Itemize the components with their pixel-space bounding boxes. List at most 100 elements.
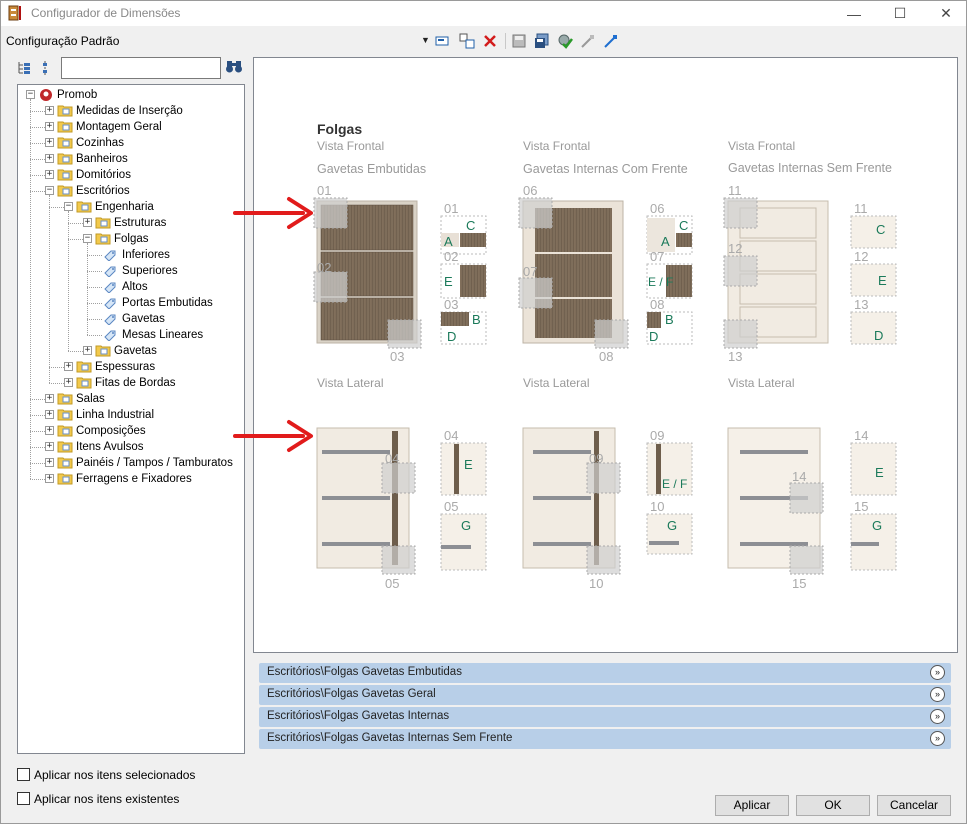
tree-item-domitorios[interactable]: + Domitórios: [18, 167, 244, 183]
tree-item-paineis-tampos-tamburatos[interactable]: + Painéis / Tampos / Tamburatos: [18, 455, 244, 471]
expand-icon[interactable]: +: [64, 362, 73, 371]
expand-chevron-icon[interactable]: »: [930, 687, 945, 702]
accordion-folgas-gavetas-embutidas[interactable]: Escritórios\Folgas Gavetas Embutidas »: [259, 663, 951, 683]
copy-config-icon[interactable]: [458, 32, 476, 50]
save-icon[interactable]: [510, 32, 528, 50]
apply-selected-checkbox[interactable]: [17, 768, 30, 781]
binoculars-search-icon[interactable]: [225, 58, 243, 76]
ok-button[interactable]: OK: [796, 795, 870, 816]
tree-item-fitas-de-bordas[interactable]: + Fitas de Bordas: [18, 375, 244, 391]
tree-item-cozinhas[interactable]: + Cozinhas: [18, 135, 244, 151]
maximize-button[interactable]: ☐: [877, 1, 923, 26]
expand-icon[interactable]: +: [45, 138, 54, 147]
tree-item-escritorios[interactable]: − Escritórios: [18, 183, 244, 199]
minimize-button[interactable]: —: [831, 1, 877, 26]
tree-item-composicoes[interactable]: + Composições: [18, 423, 244, 439]
tree-item-gavetas[interactable]: Gavetas: [18, 311, 244, 327]
expand-icon[interactable]: +: [45, 474, 54, 483]
dimension-letter: C: [679, 218, 688, 233]
chevron-down-icon[interactable]: ▼: [421, 35, 430, 45]
collapse-icon[interactable]: −: [26, 90, 35, 99]
tree-item-inferiores[interactable]: Inferiores: [18, 247, 244, 263]
expand-icon[interactable]: +: [45, 106, 54, 115]
tree-item-label: Estruturas: [114, 217, 167, 229]
tree-item-altos[interactable]: Altos: [18, 279, 244, 295]
expand-icon[interactable]: +: [83, 346, 92, 355]
detail-wood: [441, 312, 469, 326]
tree-item-promob[interactable]: − Promob: [18, 87, 244, 103]
close-button[interactable]: ✕: [923, 1, 967, 26]
view-label: Vista Frontal: [523, 139, 590, 153]
tree-item-label: Cozinhas: [76, 137, 124, 149]
expand-tree-icon[interactable]: [15, 59, 33, 77]
collapse-icon[interactable]: −: [45, 186, 54, 195]
tree-item-mesas-lineares[interactable]: Mesas Lineares: [18, 327, 244, 343]
tree-item-espessuras[interactable]: + Espessuras: [18, 359, 244, 375]
tree-item-banheiros[interactable]: + Banheiros: [18, 151, 244, 167]
tree-item-medidas-de-insercao[interactable]: + Medidas de Inserção: [18, 103, 244, 119]
expand-icon[interactable]: +: [64, 378, 73, 387]
folder-icon: [57, 120, 73, 133]
export-icon[interactable]: [579, 32, 597, 50]
collapse-icon[interactable]: −: [83, 234, 92, 243]
section-internas-sem-frente: Vista Frontal Gavetas Internas Sem Frent…: [723, 139, 897, 364]
validate-icon[interactable]: [556, 32, 574, 50]
number-label: 10: [589, 576, 603, 591]
import-icon[interactable]: [602, 32, 620, 50]
new-config-icon[interactable]: [434, 32, 452, 50]
tree-item-portas-embutidas[interactable]: Portas Embutidas: [18, 295, 244, 311]
folder-icon: [57, 168, 73, 181]
tree-item-estruturas[interactable]: + Estruturas: [18, 215, 244, 231]
tree-item-montagem-geral[interactable]: + Montagem Geral: [18, 119, 244, 135]
setting-tag-icon: [103, 249, 117, 262]
collapse-tree-icon[interactable]: [37, 59, 55, 77]
detail-marker: [586, 462, 621, 494]
accordion-folgas-gavetas-internas[interactable]: Escritórios\Folgas Gavetas Internas »: [259, 707, 951, 727]
cancel-button[interactable]: Cancelar: [877, 795, 951, 816]
search-input[interactable]: [61, 57, 221, 79]
setting-tag-icon: [103, 313, 117, 326]
expand-icon[interactable]: +: [45, 122, 54, 131]
folder-icon: [57, 392, 73, 405]
tree-item-itens-avulsos[interactable]: + Itens Avulsos: [18, 439, 244, 455]
config-toolbar: Configuração Padrão ▼: [1, 29, 966, 53]
expand-chevron-icon[interactable]: »: [930, 665, 945, 680]
tree-item-gavetas[interactable]: + Gavetas: [18, 343, 244, 359]
expand-chevron-icon[interactable]: »: [930, 709, 945, 724]
tree-item-salas[interactable]: + Salas: [18, 391, 244, 407]
collapse-icon[interactable]: −: [64, 202, 73, 211]
expand-icon[interactable]: +: [45, 426, 54, 435]
toolbar-separator: [505, 33, 506, 49]
expand-icon[interactable]: +: [45, 170, 54, 179]
delete-icon[interactable]: [481, 32, 499, 50]
detail-number: 12: [854, 249, 868, 264]
tree-item-linha-industrial[interactable]: + Linha Industrial: [18, 407, 244, 423]
apply-existing-checkbox[interactable]: [17, 792, 30, 805]
category-tree[interactable]: − Promob + Medidas de Inserção + Montagem Ger…: [17, 84, 245, 754]
tree-item-folgas[interactable]: − Folgas: [18, 231, 244, 247]
expand-icon[interactable]: +: [45, 458, 54, 467]
detail-number: 06: [650, 201, 664, 216]
tree-item-label: Gavetas: [122, 313, 165, 325]
detail-wood: [647, 312, 661, 328]
detail-marker: [723, 319, 758, 349]
tree-item-ferragens-e-fixadores[interactable]: + Ferragens e Fixadores: [18, 471, 244, 487]
detail-runner: [649, 541, 679, 545]
dimension-letter: C: [876, 222, 885, 237]
tree-item-label: Espessuras: [95, 361, 156, 373]
tree-item-superiores[interactable]: Superiores: [18, 263, 244, 279]
accordion-folgas-gavetas-internas-sem-frente[interactable]: Escritórios\Folgas Gavetas Internas Sem …: [259, 729, 951, 749]
expand-icon[interactable]: +: [83, 218, 92, 227]
expand-icon[interactable]: +: [45, 410, 54, 419]
expand-icon[interactable]: +: [45, 394, 54, 403]
save-as-icon[interactable]: [533, 32, 551, 50]
expand-icon[interactable]: +: [45, 154, 54, 163]
dimension-letter: G: [461, 518, 471, 533]
tree-item-engenharia[interactable]: − Engenharia: [18, 199, 244, 215]
config-selector-label[interactable]: Configuração Padrão: [6, 34, 119, 48]
expand-chevron-icon[interactable]: »: [930, 731, 945, 746]
expand-icon[interactable]: +: [45, 442, 54, 451]
apply-button[interactable]: Aplicar: [715, 795, 789, 816]
accordion-folgas-gavetas-geral[interactable]: Escritórios\Folgas Gavetas Geral »: [259, 685, 951, 705]
detail-runner: [441, 545, 471, 549]
